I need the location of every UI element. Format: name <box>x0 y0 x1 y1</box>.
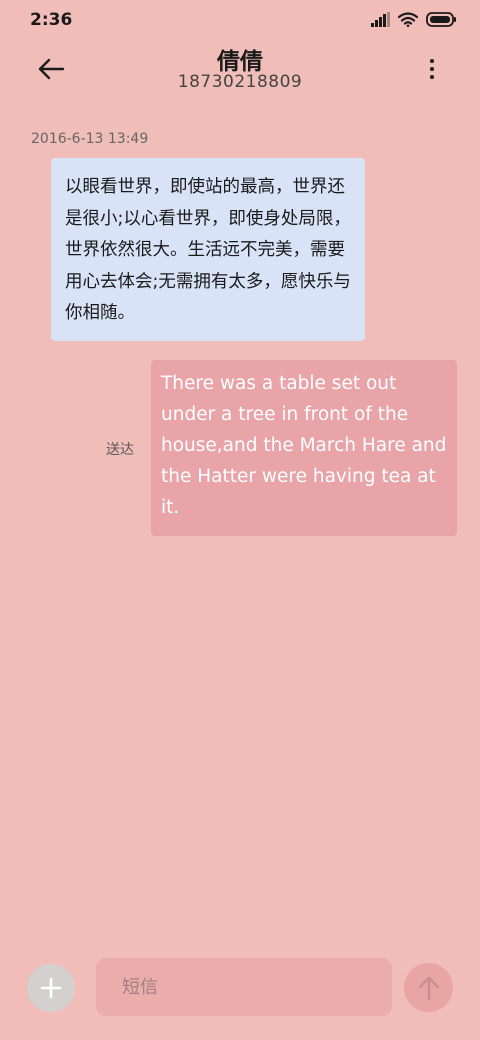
status-bar: 2:36 <box>0 0 480 40</box>
conversation-header: 倩倩 18730218809 <box>0 40 480 100</box>
arrow-up-icon <box>418 976 439 1000</box>
contact-number: 18730218809 <box>177 72 303 92</box>
signal-icon <box>371 12 390 31</box>
outgoing-message-text: There was a table set out under a tree i… <box>161 373 447 518</box>
compose-bar <box>0 950 480 1030</box>
message-timestamp: 2016-6-13 13:49 <box>31 131 149 147</box>
contact-name: 倩倩 <box>217 49 263 75</box>
plus-icon <box>40 977 62 999</box>
delivery-status: 送达 <box>106 442 134 458</box>
battery-icon <box>426 12 456 31</box>
send-button[interactable] <box>404 963 453 1012</box>
outgoing-message-bubble[interactable]: There was a table set out under a tree i… <box>151 360 457 536</box>
status-time: 2:36 <box>30 10 73 30</box>
sms-input[interactable] <box>96 958 392 1016</box>
more-vertical-icon <box>430 59 434 63</box>
wifi-icon <box>397 12 419 31</box>
incoming-message-text: 以眼看世界，即使站的最高，世界还是很小;以心看世界，即使身处局限，世界依然很大。… <box>65 177 351 323</box>
more-options-button[interactable] <box>422 54 442 84</box>
status-icons <box>371 12 456 31</box>
add-attachment-button[interactable] <box>27 964 75 1012</box>
incoming-message-bubble[interactable]: 以眼看世界，即使站的最高，世界还是很小;以心看世界，即使身处局限，世界依然很大。… <box>51 158 365 341</box>
